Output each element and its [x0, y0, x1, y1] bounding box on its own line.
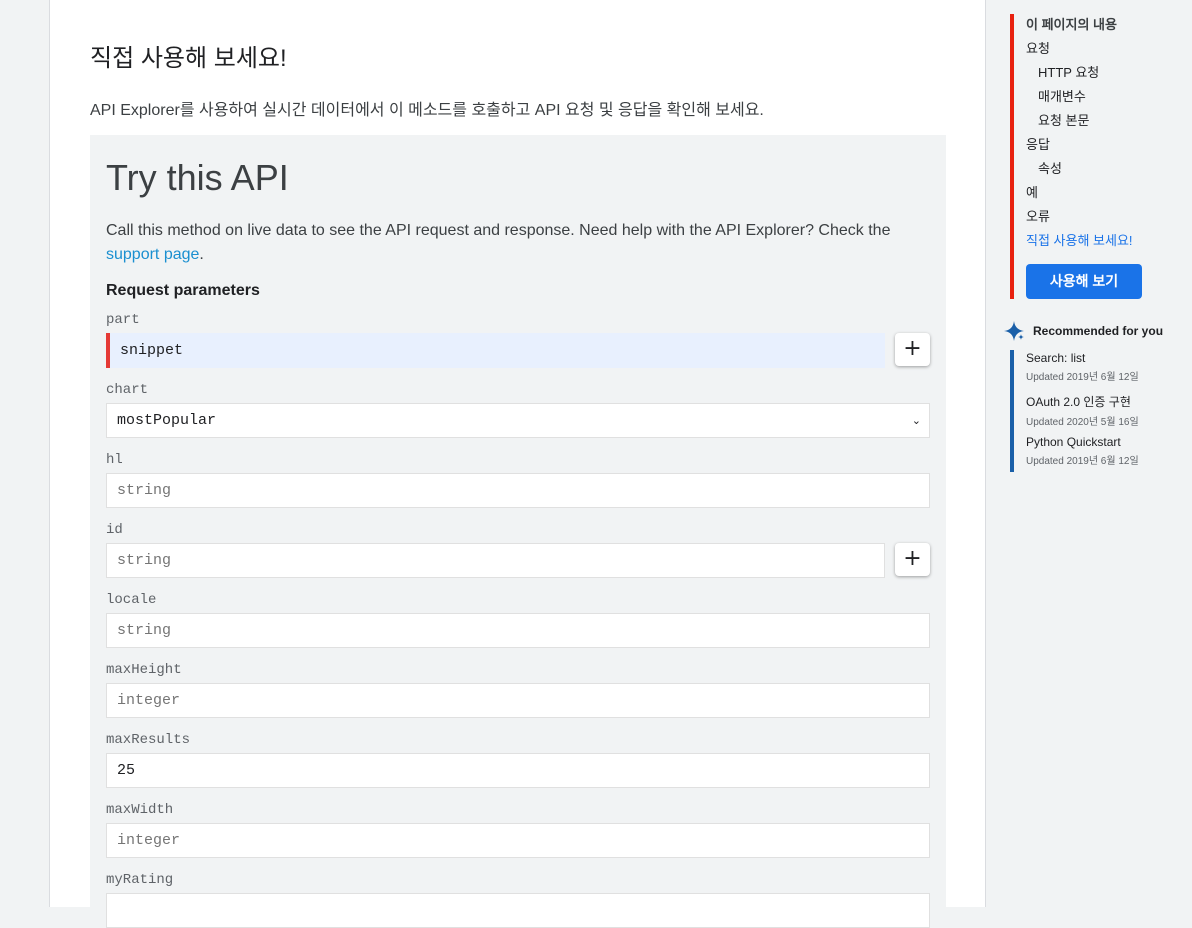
part-add-button[interactable]: + [895, 333, 930, 366]
recommended-item-updated: Updated 2020년 5월 16일 [1026, 417, 1139, 428]
part-input[interactable]: snippet [106, 333, 885, 368]
toc-item-properties[interactable]: 속성 [1038, 158, 1062, 177]
param-label-maxresults: maxResults [106, 732, 191, 748]
try-api-description: Call this method on live data to see the… [106, 219, 906, 267]
section-title: 직접 사용해 보세요! [90, 45, 287, 72]
try-api-title: Try this API [106, 157, 289, 198]
param-label-id: id [106, 522, 123, 538]
toc-item-try-it[interactable]: 직접 사용해 보세요! [1026, 230, 1133, 249]
recommended-header: Recommended for you [1003, 320, 1163, 342]
try-it-button[interactable]: 사용해 보기 [1026, 264, 1142, 299]
try-api-desc-end: . [199, 246, 204, 263]
support-page-link[interactable]: support page [106, 246, 199, 263]
toc-item-parameters[interactable]: 매개변수 [1038, 86, 1086, 105]
toc-item-request-body[interactable]: 요청 본문 [1038, 110, 1089, 129]
chart-select[interactable]: mostPopular ⌄ [106, 403, 930, 438]
hl-input[interactable]: string [106, 473, 930, 508]
chevron-down-icon: ⌄ [911, 414, 921, 427]
recommended-item-updated: Updated 2019년 6월 12일 [1026, 372, 1139, 383]
section-description: API Explorer를 사용하여 실시간 데이터에서 이 메소드를 호출하고… [90, 102, 764, 119]
toc-item-http-request[interactable]: HTTP 요청 [1038, 62, 1099, 81]
request-parameters-heading: Request parameters [106, 282, 260, 299]
recommended-item-name: Search: list [1026, 351, 1086, 365]
param-label-maxheight: maxHeight [106, 662, 182, 678]
toc-item-response[interactable]: 응답 [1026, 134, 1050, 153]
table-of-contents: 이 페이지의 내용 요청 HTTP 요청 매개변수 요청 본문 응답 속성 예 … [1010, 14, 1180, 299]
recommended-item-name: Python Quickstart [1026, 435, 1121, 449]
maxresults-input[interactable]: 25 [106, 753, 930, 788]
param-label-chart: chart [106, 382, 149, 398]
toc-heading: 이 페이지의 내용 [1026, 17, 1117, 32]
toc-item-request[interactable]: 요청 [1026, 38, 1050, 57]
list-item[interactable]: OAuth 2.0 인증 구현 Updated 2020년 5월 16일 [1026, 393, 1139, 428]
id-input[interactable]: string [106, 543, 885, 578]
recommended-heading: Recommended for you [1033, 324, 1164, 338]
try-api-desc-text: Call this method on live data to see the… [106, 222, 891, 239]
param-label-hl: hl [106, 452, 123, 468]
param-label-part: part [106, 312, 140, 328]
try-this-api-panel: Try this API Call this method on live da… [90, 135, 946, 928]
maxheight-input[interactable]: integer [106, 683, 930, 718]
recommended-item-updated: Updated 2019년 6월 12일 [1026, 456, 1139, 467]
recommended-item-name: OAuth 2.0 인증 구현 [1026, 395, 1131, 409]
locale-input[interactable]: string [106, 613, 930, 648]
toc-item-errors[interactable]: 오류 [1026, 206, 1050, 225]
recommended-list: Search: list Updated 2019년 6월 12일 OAuth … [1010, 350, 1180, 472]
main-content: 직접 사용해 보세요! API Explorer를 사용하여 실시간 데이터에서… [49, 0, 986, 928]
maxwidth-input[interactable]: integer [106, 823, 930, 858]
param-label-myrating: myRating [106, 872, 174, 888]
param-label-locale: locale [106, 592, 157, 608]
sparkle-icon [1004, 321, 1024, 341]
myrating-input[interactable] [106, 893, 930, 928]
toc-item-examples[interactable]: 예 [1026, 182, 1038, 201]
chart-select-value: mostPopular [117, 412, 217, 429]
id-add-button[interactable]: + [895, 543, 930, 576]
list-item[interactable]: Python Quickstart Updated 2019년 6월 12일 [1026, 435, 1139, 467]
list-item[interactable]: Search: list Updated 2019년 6월 12일 [1026, 351, 1139, 383]
param-label-maxwidth: maxWidth [106, 802, 174, 818]
